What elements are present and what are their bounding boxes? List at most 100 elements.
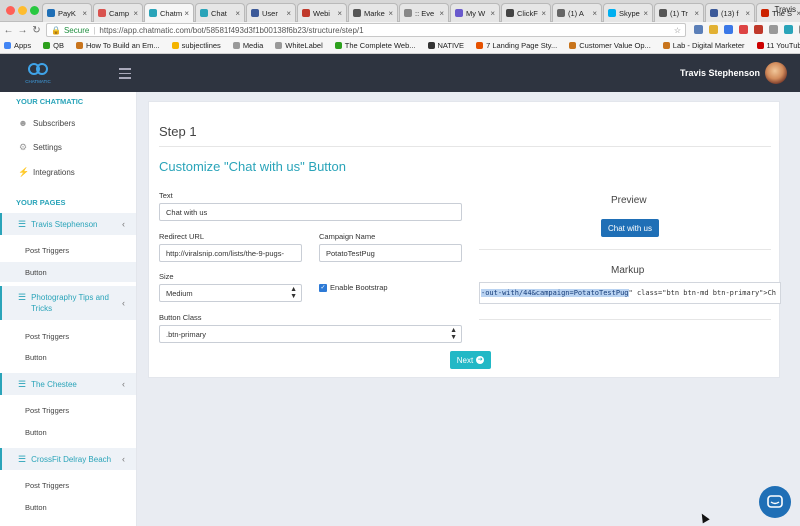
tab-close-icon[interactable]: × [643, 9, 648, 18]
campaign-name-input[interactable]: PotatoTestPug [319, 244, 462, 262]
chevron-left-icon[interactable]: ‹ [122, 298, 125, 308]
tab-label: Skype [619, 8, 640, 18]
extension-icon[interactable] [784, 25, 793, 34]
extension-icon[interactable] [754, 25, 763, 34]
size-select-value: Medium [166, 288, 193, 298]
extension-icon[interactable] [769, 25, 778, 34]
preview-chat-button[interactable]: Chat with us [601, 219, 659, 237]
sidebar-item-settings[interactable]: ⚙ Settings [0, 142, 136, 152]
tab-close-icon[interactable]: × [745, 9, 750, 18]
bookmark-item[interactable]: Apps [4, 41, 31, 50]
app-header: CHATMATIC Travis Stephenson [0, 54, 800, 92]
bookmark-label: 11 YouTube in-Stre... [766, 41, 800, 50]
back-icon[interactable]: ← [3, 25, 14, 36]
browser-tab[interactable]: Chatm × [144, 3, 194, 22]
browser-tab[interactable]: Marke × [348, 3, 398, 22]
chevron-left-icon[interactable]: ‹ [122, 219, 125, 229]
tab-close-icon[interactable]: × [592, 9, 597, 18]
sidebar-page-travis-stephenson[interactable]: ☰ Travis Stephenson ‹ [0, 213, 136, 235]
bookmark-label: 7 Landing Page Sty... [486, 41, 558, 50]
extension-icon[interactable] [709, 25, 718, 34]
bookmark-item[interactable]: subjectlines [171, 41, 221, 50]
address-url[interactable]: https://app.chatmatic.com/bot/58581f493d… [99, 26, 363, 35]
text-input[interactable]: Chat with us [159, 203, 462, 221]
bookmark-star-icon[interactable]: ☆ [674, 26, 681, 35]
bookmarks-bar: Apps QB How To Build an Em... subjectlines M… [0, 38, 800, 54]
button-class-select[interactable]: .btn-primary ▲ ▼ [159, 325, 462, 343]
chat-widget-button[interactable] [759, 486, 791, 518]
browser-tab[interactable]: (1) A × [552, 3, 602, 22]
redirect-url-input[interactable]: http://viralsnip.com/lists/the-9-pugs- [159, 244, 302, 262]
extension-icon[interactable] [724, 25, 733, 34]
tab-close-icon[interactable]: × [490, 9, 495, 18]
tab-close-icon[interactable]: × [235, 9, 240, 18]
browser-profile-name[interactable]: Travis [775, 5, 796, 14]
browser-tab[interactable]: My W × [450, 3, 500, 22]
sidebar-page-the-chestee[interactable]: ☰ The Chestee ‹ [0, 373, 136, 395]
bookmark-item[interactable]: Customer Value Op... [569, 41, 651, 50]
bookmark-favicon-icon [569, 42, 577, 49]
browser-tab[interactable]: User × [246, 3, 296, 22]
browser-tab[interactable]: :: Eve × [399, 3, 449, 22]
enable-bootstrap-checkbox[interactable]: ✓ [319, 283, 327, 292]
bookmark-item[interactable]: How To Build an Em... [75, 41, 160, 50]
browser-tab[interactable]: Webi × [297, 3, 347, 22]
zoom-window-button[interactable] [30, 6, 39, 15]
next-button[interactable]: Next ➜ [450, 351, 491, 369]
tab-close-icon[interactable]: × [796, 9, 800, 18]
forward-icon[interactable]: → [17, 25, 28, 36]
browser-tab[interactable]: Chat × [195, 3, 245, 22]
tab-close-icon[interactable]: × [541, 9, 546, 18]
minimize-window-button[interactable] [18, 6, 27, 15]
bookmark-item[interactable]: WhiteLabel [275, 41, 323, 50]
avatar[interactable] [765, 62, 787, 84]
browser-tab[interactable]: (1) Tr × [654, 3, 704, 22]
sidebar-subitem-button[interactable]: Button [0, 422, 136, 442]
address-bar[interactable]: 🔒 Secure | https://app.chatmatic.com/bot… [46, 23, 686, 37]
tab-close-icon[interactable]: × [337, 9, 342, 18]
sidebar-subitem-button[interactable]: Button [0, 347, 136, 367]
sidebar-page-photography-tips[interactable]: ☰ Photography Tips and Tricks ‹ [0, 286, 136, 320]
tab-close-icon[interactable]: × [82, 9, 87, 18]
tab-close-icon[interactable]: × [388, 9, 393, 18]
bookmark-item[interactable]: QB [43, 41, 64, 50]
browser-tab[interactable]: Skype × [603, 3, 653, 22]
tab-close-icon[interactable]: × [439, 9, 444, 18]
extension-icon[interactable] [694, 25, 703, 34]
browser-tab[interactable]: (13) f × [705, 3, 755, 22]
browser-tab[interactable]: ClickF × [501, 3, 551, 22]
sidebar-item-subscribers[interactable]: ☻ Subscribers [0, 118, 136, 128]
bookmark-item[interactable]: The Complete Web... [334, 41, 416, 50]
hamburger-menu-icon[interactable] [119, 68, 131, 82]
tab-close-icon[interactable]: × [694, 9, 699, 18]
tab-favicon-icon [200, 9, 208, 17]
sidebar-subitem-post-triggers[interactable]: Post Triggers [0, 475, 136, 495]
bookmark-item[interactable]: NATIVE [427, 41, 464, 50]
sidebar-subitem-button[interactable]: Button [0, 262, 136, 282]
browser-tab[interactable]: Camp × [93, 3, 143, 22]
tab-close-icon[interactable]: × [133, 9, 138, 18]
chevron-left-icon[interactable]: ‹ [122, 454, 125, 464]
close-window-button[interactable] [6, 6, 15, 15]
header-user-name[interactable]: Travis Stephenson [680, 68, 760, 78]
browser-tab[interactable]: PayK × [42, 3, 92, 22]
sidebar-item-integrations[interactable]: ⚡ Integrations [0, 167, 136, 177]
sidebar-subitem-post-triggers[interactable]: Post Triggers [0, 400, 136, 420]
chevron-left-icon[interactable]: ‹ [122, 379, 125, 389]
markup-code-field[interactable]: -out-with/44&campaign=PotatoTestPug " cl… [479, 282, 781, 304]
chatmatic-logo-icon[interactable]: CHATMATIC [20, 60, 56, 86]
tab-close-icon[interactable]: × [286, 9, 291, 18]
enable-bootstrap-row[interactable]: ✓ Enable Bootstrap [319, 283, 388, 292]
extension-icon[interactable] [739, 25, 748, 34]
bookmark-item[interactable]: Lab - Digital Marketer [662, 41, 745, 50]
sidebar-subitem-button[interactable]: Button [0, 497, 136, 517]
bookmark-item[interactable]: 7 Landing Page Sty... [476, 41, 557, 50]
bookmark-item[interactable]: 11 YouTube in-Stre... [756, 41, 800, 50]
size-select[interactable]: Medium ▲ ▼ [159, 284, 302, 302]
sidebar-subitem-post-triggers[interactable]: Post Triggers [0, 326, 136, 346]
tab-close-icon[interactable]: × [184, 9, 189, 18]
bookmark-item[interactable]: Media [232, 41, 263, 50]
sidebar-page-crossfit-delray-beach[interactable]: ☰ CrossFit Delray Beach ‹ [0, 448, 136, 470]
sidebar-subitem-post-triggers[interactable]: Post Triggers [0, 240, 136, 260]
reload-icon[interactable]: ↻ [31, 25, 42, 36]
